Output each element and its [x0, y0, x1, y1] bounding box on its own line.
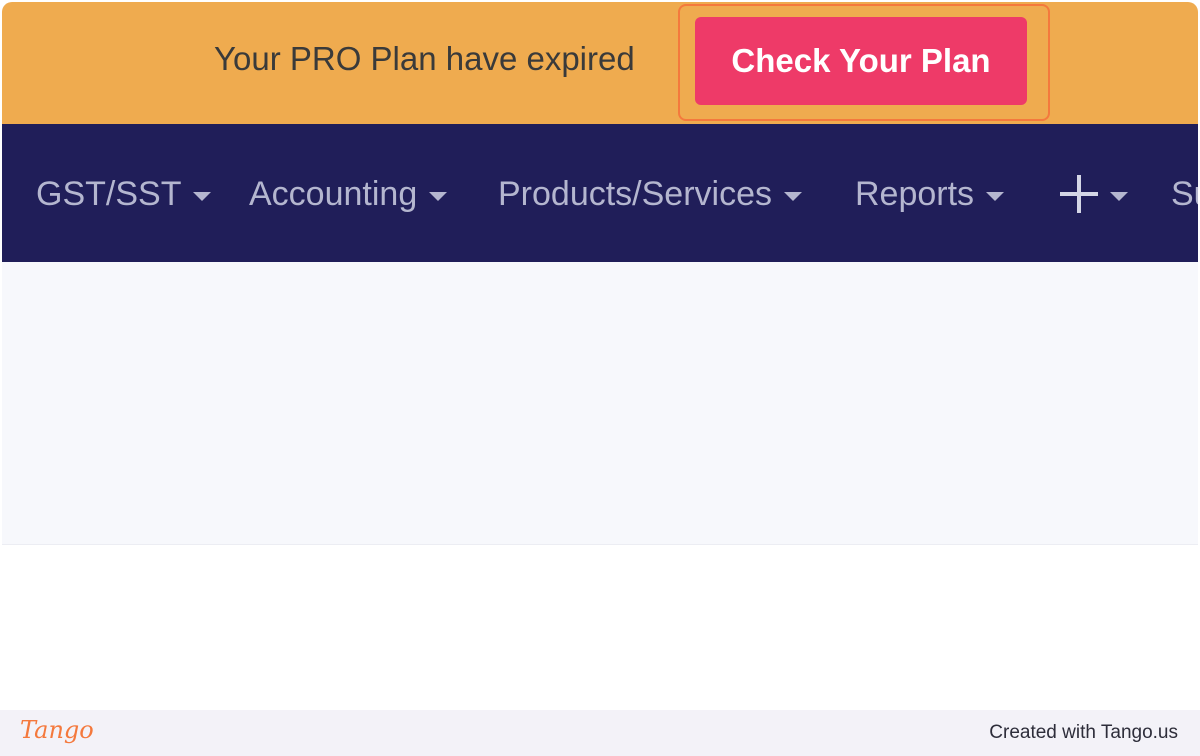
chevron-down-icon [986, 191, 1005, 201]
nav-item-label: GST/SST [36, 174, 182, 213]
nav-item-label: Products/Services [498, 174, 772, 213]
chevron-down-icon [1110, 191, 1128, 201]
nav-item-gst-sst[interactable]: GST/SST [36, 174, 212, 214]
nav-item-accounting[interactable]: Accounting [249, 174, 448, 214]
nav-item-add[interactable] [1060, 174, 1128, 214]
nav-item-truncated[interactable]: Su [1171, 174, 1198, 214]
nav-item-reports[interactable]: Reports [855, 174, 1005, 214]
check-your-plan-button[interactable]: Check Your Plan [695, 17, 1027, 105]
nav-item-label: Reports [855, 174, 975, 213]
nav-item-products-services[interactable]: Products/Services [498, 174, 802, 214]
app-frame: Your PRO Plan have expired Check Your Pl… [2, 2, 1198, 710]
banner-message: Your PRO Plan have expired [214, 40, 635, 77]
content-divider [2, 544, 1198, 545]
nav-item-label: Accounting [249, 174, 418, 213]
chevron-down-icon [784, 191, 802, 201]
chevron-down-icon [193, 191, 212, 201]
created-with-credit: Created with Tango.us [989, 722, 1178, 743]
plus-icon [1060, 175, 1098, 213]
page-content-area [2, 262, 1198, 544]
nav-item-label: Su [1171, 174, 1198, 213]
chevron-down-icon [429, 191, 448, 201]
plan-expired-banner: Your PRO Plan have expired Check Your Pl… [2, 2, 1198, 124]
top-navigation: GST/SST Accounting Products/Services Rep… [2, 124, 1198, 262]
tango-footer: Tango Created with Tango.us [0, 710, 1200, 756]
tango-logo[interactable]: Tango [20, 716, 94, 744]
